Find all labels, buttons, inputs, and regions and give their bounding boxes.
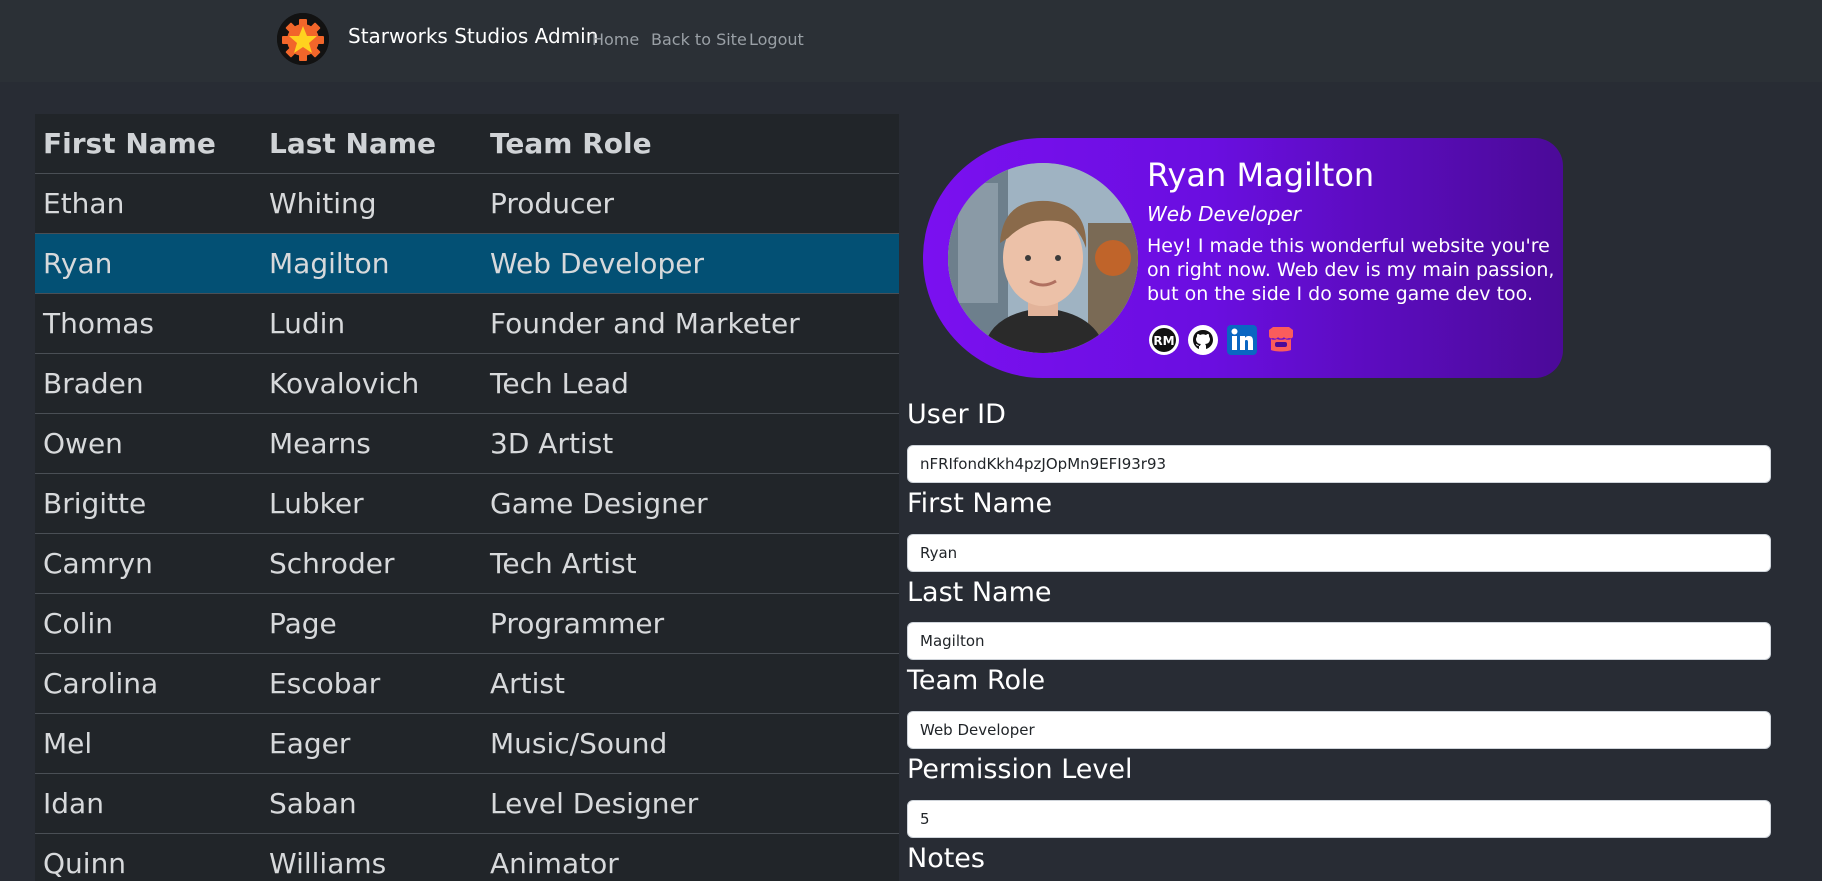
table-row[interactable]: Brigitte Lubker Game Designer — [35, 474, 899, 534]
cell-last-name: Saban — [269, 787, 357, 820]
cell-first-name: Idan — [43, 787, 104, 820]
cell-last-name: Schroder — [269, 547, 395, 580]
cell-first-name: Quinn — [43, 847, 127, 880]
team-role-field[interactable] — [907, 711, 1771, 749]
cell-last-name: Lubker — [269, 487, 364, 520]
nav-home-link[interactable]: Home — [592, 30, 639, 49]
cell-last-name: Kovalovich — [269, 367, 420, 400]
table-row[interactable]: Colin Page Programmer — [35, 594, 899, 654]
table-row[interactable]: Ethan Whiting Producer — [35, 174, 899, 234]
nav-logout-link[interactable]: Logout — [749, 30, 804, 49]
last-name-field[interactable] — [907, 622, 1771, 660]
header-last-name: Last Name — [269, 127, 437, 160]
svg-text:RM: RM — [1153, 334, 1174, 348]
table-header-row: First Name Last Name Team Role — [35, 114, 899, 174]
table-row[interactable]: Ryan Magilton Web Developer — [35, 234, 899, 294]
cell-team-role: Level Designer — [490, 787, 699, 820]
table-row[interactable]: Owen Mearns 3D Artist — [35, 414, 899, 474]
cell-last-name: Ludin — [269, 307, 346, 340]
navbar: Starworks Studios Admin Home Back to Sit… — [0, 0, 1822, 82]
table-row[interactable]: Idan Saban Level Designer — [35, 774, 899, 834]
cell-first-name: Ryan — [43, 247, 113, 280]
cell-last-name: Williams — [269, 847, 387, 880]
header-team-role: Team Role — [490, 127, 652, 160]
profile-name: Ryan Magilton — [1147, 156, 1375, 194]
cell-last-name: Mearns — [269, 427, 371, 460]
cell-last-name: Eager — [269, 727, 351, 760]
profile-avatar — [948, 163, 1138, 353]
notes-label: Notes — [907, 843, 985, 874]
first-name-field[interactable] — [907, 534, 1771, 572]
cell-last-name: Escobar — [269, 667, 381, 700]
cell-first-name: Owen — [43, 427, 123, 460]
table-row[interactable]: Carolina Escobar Artist — [35, 654, 899, 714]
cell-team-role: Founder and Marketer — [490, 307, 800, 340]
profile-card: Ryan Magilton Web Developer Hey! I made … — [923, 138, 1563, 378]
cell-team-role: Music/Sound — [490, 727, 668, 760]
cell-first-name: Brigitte — [43, 487, 147, 520]
team-members-table: First Name Last Name Team Role Ethan Whit… — [35, 114, 899, 881]
rm-logo-icon[interactable]: RM — [1148, 324, 1180, 356]
cell-first-name: Colin — [43, 607, 113, 640]
table-row[interactable]: Camryn Schroder Tech Artist — [35, 534, 899, 594]
starworks-logo-icon[interactable] — [277, 13, 329, 65]
table-row[interactable]: Mel Eager Music/Sound — [35, 714, 899, 774]
table-row[interactable]: Braden Kovalovich Tech Lead — [35, 354, 899, 414]
cell-first-name: Camryn — [43, 547, 153, 580]
last-name-label: Last Name — [907, 577, 1052, 608]
cell-first-name: Braden — [43, 367, 144, 400]
table-row[interactable]: Thomas Ludin Founder and Marketer — [35, 294, 899, 354]
cell-first-name: Ethan — [43, 187, 125, 220]
cell-team-role: Artist — [490, 667, 565, 700]
permission-level-field[interactable] — [907, 800, 1771, 838]
permission-level-label: Permission Level — [907, 754, 1133, 785]
cell-team-role: Producer — [490, 187, 615, 220]
cell-last-name: Whiting — [269, 187, 377, 220]
profile-role: Web Developer — [1147, 202, 1301, 226]
header-first-name: First Name — [43, 127, 216, 160]
user-id-label: User ID — [907, 399, 1006, 430]
cell-first-name: Mel — [43, 727, 93, 760]
team-role-label: Team Role — [907, 665, 1046, 696]
table-row[interactable]: Quinn Williams Animator — [35, 834, 899, 881]
cell-last-name: Magilton — [269, 247, 390, 280]
cell-team-role: Game Designer — [490, 487, 708, 520]
site-brand[interactable]: Starworks Studios Admin — [348, 24, 598, 48]
cell-team-role: Programmer — [490, 607, 665, 640]
github-icon[interactable] — [1187, 324, 1219, 356]
cell-first-name: Thomas — [43, 307, 155, 340]
linkedin-icon[interactable] — [1226, 324, 1258, 356]
cell-team-role: 3D Artist — [490, 427, 614, 460]
cell-team-role: Tech Artist — [490, 547, 637, 580]
nav-back-to-site-link[interactable]: Back to Site — [651, 30, 747, 49]
cell-last-name: Page — [269, 607, 337, 640]
cell-team-role: Tech Lead — [490, 367, 629, 400]
cell-team-role: Animator — [490, 847, 619, 880]
user-id-field[interactable] — [907, 445, 1771, 483]
cell-first-name: Carolina — [43, 667, 159, 700]
itchio-icon[interactable] — [1265, 324, 1297, 356]
profile-bio: Hey! I made this wonderful website you'r… — [1147, 235, 1555, 305]
cell-team-role: Web Developer — [490, 247, 704, 280]
first-name-label: First Name — [907, 488, 1053, 519]
